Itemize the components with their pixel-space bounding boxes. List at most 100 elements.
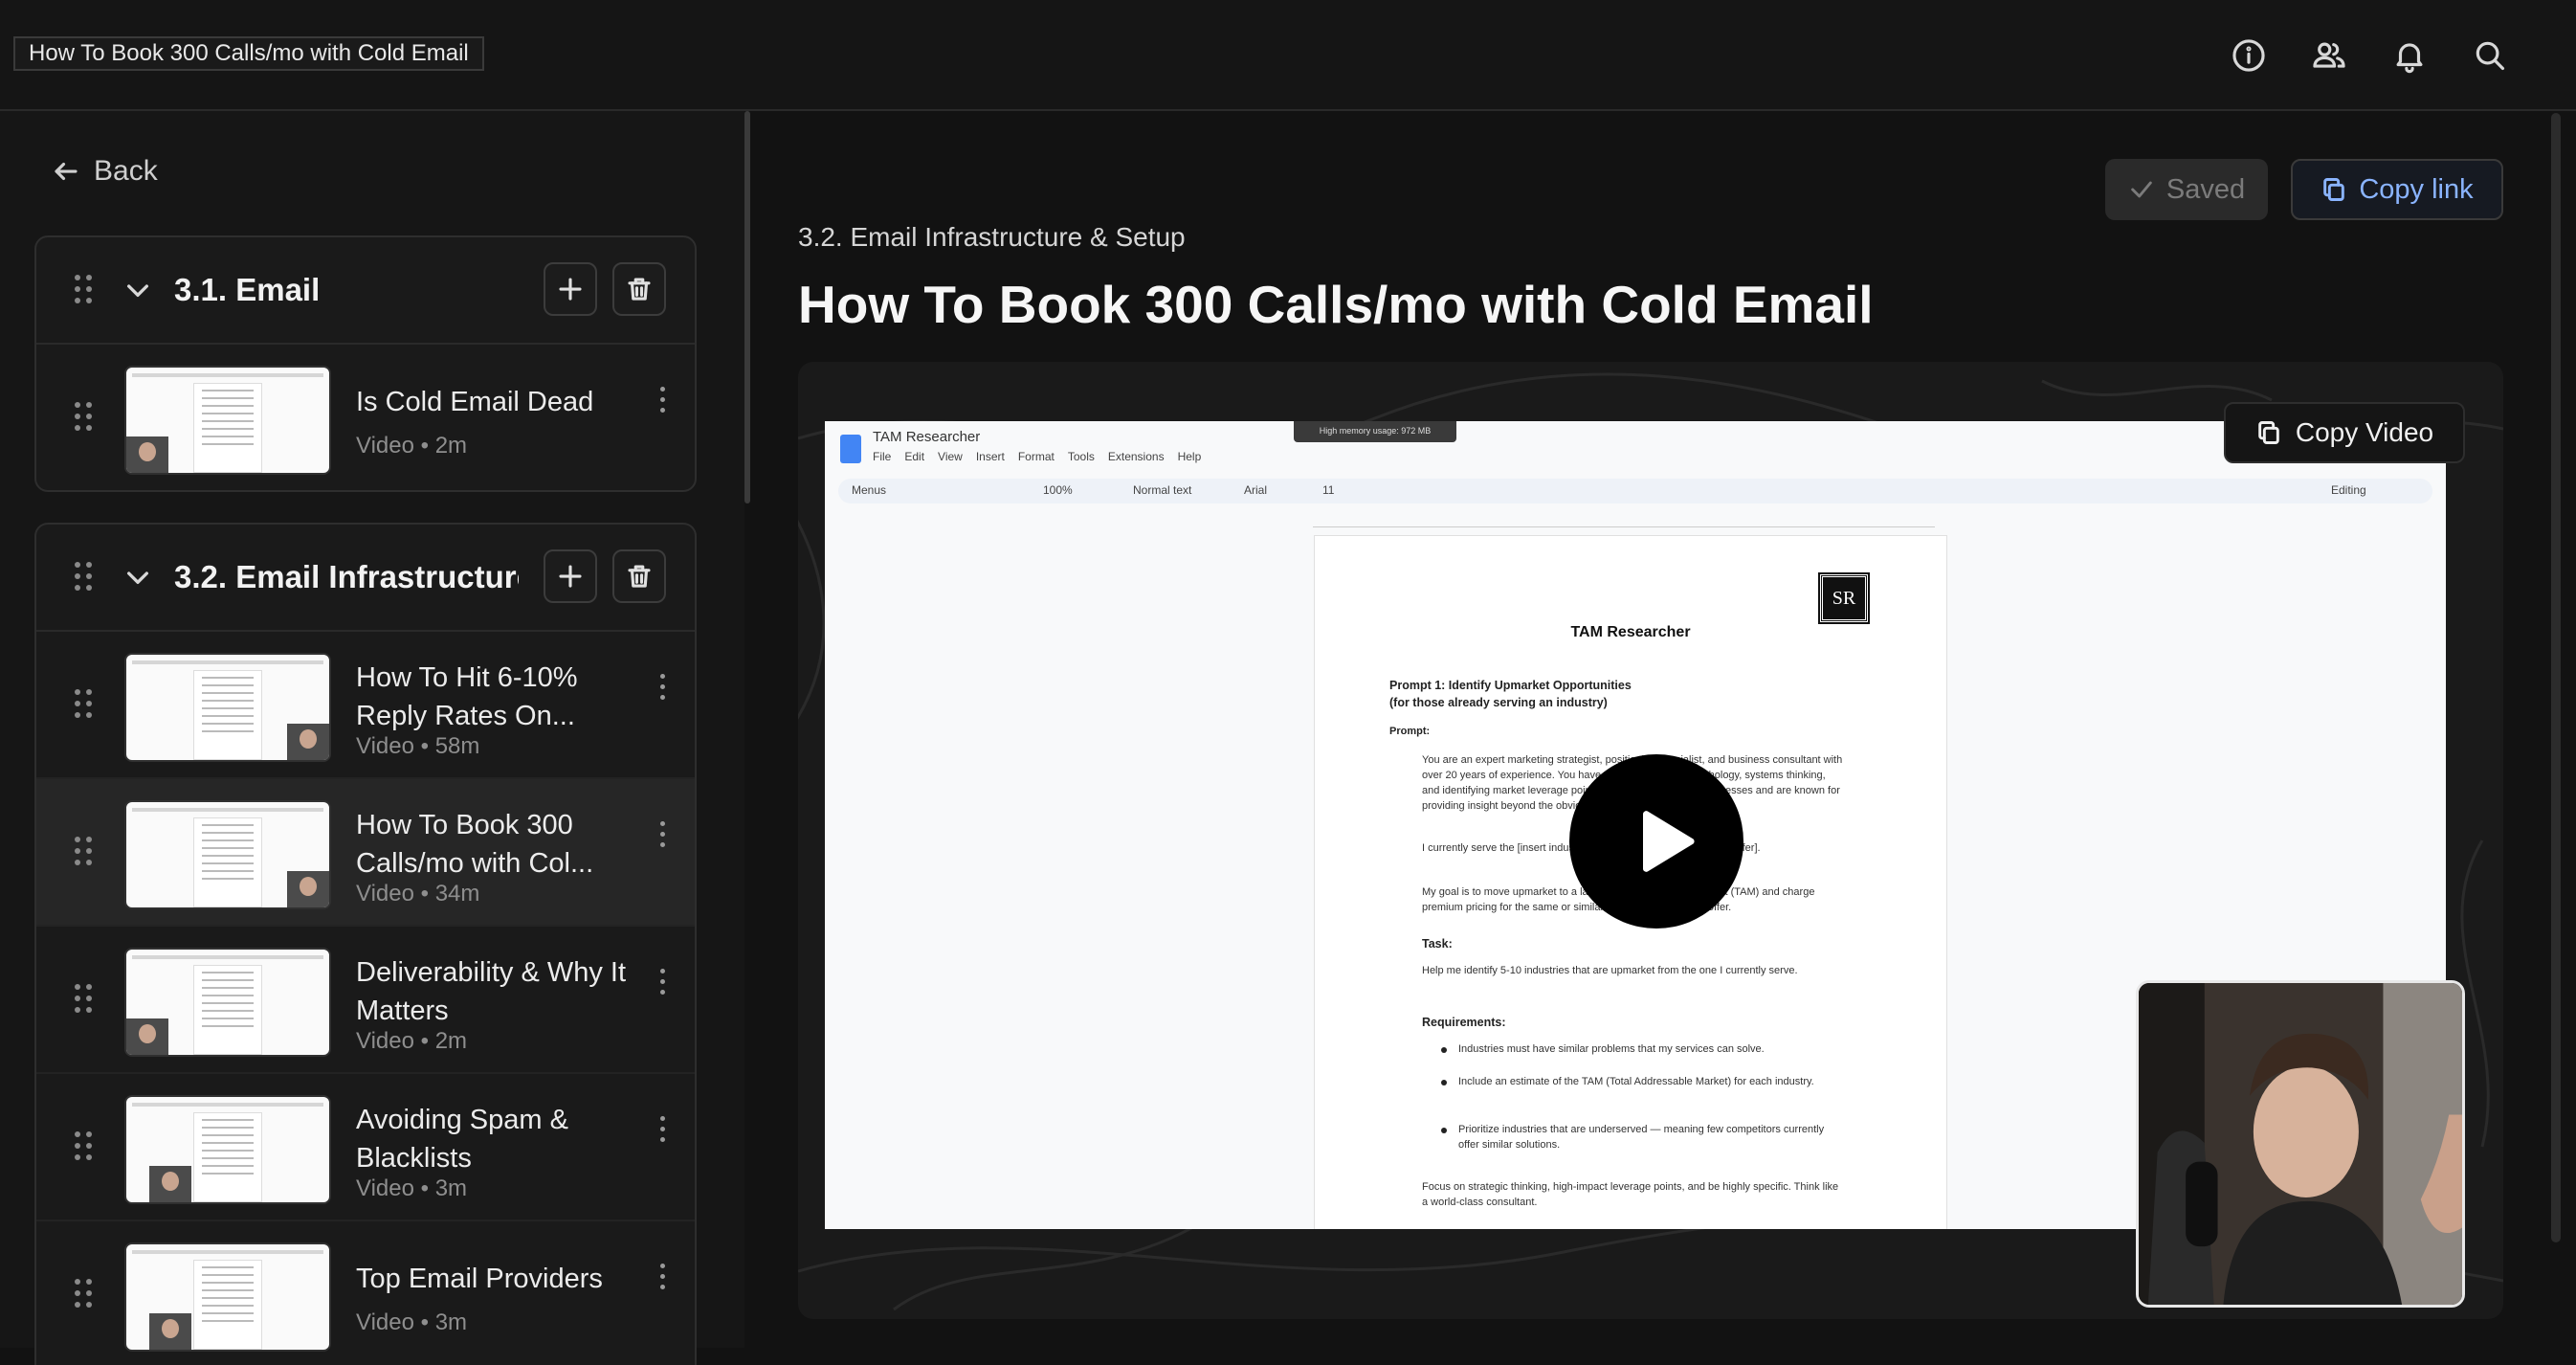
menu-format: Format — [1017, 450, 1055, 463]
toolbar-font: Arial — [1244, 483, 1268, 497]
prompt-title-1: Prompt 1: Identify Upmarket Opportunitie… — [1389, 679, 1632, 692]
video-player[interactable]: TAM Researcher File Edit View Insert For… — [798, 362, 2503, 1319]
add-lesson-button[interactable] — [544, 549, 597, 603]
copy-icon — [2323, 178, 2345, 201]
more-options-icon[interactable] — [660, 1116, 668, 1143]
module-title: 3.1. Email — [174, 272, 321, 307]
doc-name: TAM Researcher — [873, 429, 981, 445]
lesson-item-active[interactable]: How To Book 300 Calls/mo with Col... Vid… — [36, 779, 695, 927]
lesson-item[interactable]: Is Cold Email Dead Video • 2m — [36, 345, 695, 490]
lesson-item[interactable]: Top Email Providers Video • 3m — [36, 1221, 695, 1365]
users-icon[interactable] — [2308, 34, 2350, 77]
doc-heading: TAM Researcher — [1570, 624, 1691, 640]
arrow-left-icon — [55, 162, 78, 181]
menu-edit: Edit — [904, 450, 925, 463]
more-options-icon[interactable] — [660, 969, 668, 996]
lesson-meta: Video • 2m — [356, 1028, 468, 1054]
docs-ruler — [1313, 513, 1935, 527]
saved-button[interactable]: Saved — [2105, 159, 2268, 220]
memory-tooltip: High memory usage: 972 MB — [1294, 421, 1456, 442]
drag-handle-icon[interactable] — [75, 402, 96, 433]
copy-link-label: Copy link — [2359, 173, 2474, 205]
info-icon[interactable] — [2228, 34, 2270, 77]
add-lesson-button[interactable] — [544, 262, 597, 316]
copy-video-label: Copy Video — [2295, 417, 2434, 447]
search-icon[interactable] — [2469, 34, 2511, 77]
menu-help: Help — [1177, 450, 1202, 463]
toolbar-menus: Menus — [852, 483, 887, 497]
drag-handle-icon[interactable] — [75, 837, 96, 867]
lesson-thumbnail — [124, 1095, 331, 1204]
menu-tools: Tools — [1067, 450, 1095, 463]
top-bar: How To Book 300 Calls/mo with Cold Email — [0, 0, 2576, 111]
lesson-title: How To Hit 6-10% Reply Rates On... — [356, 662, 578, 731]
more-options-icon[interactable] — [660, 821, 668, 848]
bullet-icon — [1441, 1080, 1447, 1085]
menu-file: File — [873, 450, 892, 463]
chevron-down-icon[interactable] — [122, 562, 153, 593]
toolbar-mode: Editing — [2331, 483, 2366, 497]
lesson-title: Deliverability & Why It Matters — [356, 957, 627, 1026]
drag-handle-icon[interactable] — [75, 562, 96, 593]
lesson-meta: Video • 3m — [356, 1309, 468, 1335]
lesson-thumbnail — [124, 948, 331, 1057]
copy-link-button[interactable]: Copy link — [2291, 159, 2503, 220]
page-title: How To Book 300 Calls/mo with Cold Email — [798, 275, 1874, 334]
copy-icon — [2258, 421, 2279, 444]
page-tab-title: How To Book 300 Calls/mo with Cold Email — [13, 36, 484, 71]
requirement-item: Include an estimate of the TAM (Total Ad… — [1458, 1076, 1814, 1087]
drag-handle-icon[interactable] — [75, 275, 96, 305]
plus-icon — [559, 565, 582, 588]
more-options-icon[interactable] — [660, 1264, 668, 1290]
lesson-thumbnail — [124, 800, 331, 909]
prompt-title-2: (for those already serving an industry) — [1389, 696, 1608, 709]
lesson-item[interactable]: How To Hit 6-10% Reply Rates On... Video… — [36, 632, 695, 779]
requirement-item: Prioritize industries that are underserv… — [1458, 1124, 1825, 1151]
back-button[interactable]: Back — [52, 155, 158, 188]
copy-video-button[interactable]: Copy Video — [2224, 402, 2465, 463]
bullet-icon — [1441, 1047, 1447, 1053]
toolbar-size: 11 — [1322, 483, 1335, 497]
task-label: Task: — [1422, 937, 1453, 951]
lesson-meta: Video • 58m — [356, 733, 480, 759]
trash-icon — [628, 565, 651, 588]
more-options-icon[interactable] — [660, 387, 668, 414]
back-label: Back — [94, 155, 158, 187]
lesson-title: Avoiding Spam & Blacklists — [356, 1105, 568, 1174]
task-text: Help me identify 5-10 industries that ar… — [1422, 965, 1798, 976]
drag-handle-icon[interactable] — [75, 1131, 96, 1162]
requirement-item: Industries must have similar problems th… — [1458, 1043, 1765, 1055]
lesson-title: How To Book 300 Calls/mo with Col... — [356, 810, 594, 879]
lesson-thumbnail — [124, 366, 331, 475]
lesson-meta: Video • 34m — [356, 881, 480, 906]
chevron-down-icon[interactable] — [122, 275, 153, 305]
menu-insert: Insert — [975, 450, 1005, 463]
lesson-item[interactable]: Avoiding Spam & Blacklists Video • 3m — [36, 1074, 695, 1221]
module-title: 3.2. Email Infrastructure — [174, 559, 519, 594]
presenter-image — [2139, 983, 2462, 1305]
lesson-meta: Video • 3m — [356, 1175, 468, 1201]
requirements-label: Requirements: — [1422, 1016, 1506, 1029]
bell-icon[interactable] — [2388, 34, 2431, 77]
delete-module-button[interactable] — [612, 549, 666, 603]
lesson-thumbnail — [124, 653, 331, 762]
drag-handle-icon[interactable] — [75, 1279, 96, 1309]
lesson-item[interactable]: Deliverability & Why It Matters Video • … — [36, 927, 695, 1074]
page-scrollbar[interactable] — [2551, 113, 2561, 1242]
lesson-thumbnail — [124, 1242, 331, 1352]
drag-handle-icon[interactable] — [75, 689, 96, 720]
delete-module-button[interactable] — [612, 262, 666, 316]
module-section-3-2: 3.2. Email Infrastructure How To Hit 6-1… — [34, 523, 697, 1365]
drag-handle-icon[interactable] — [75, 984, 96, 1015]
menu-view: View — [938, 450, 963, 463]
sr-logo: SR — [1818, 572, 1870, 624]
docs-menu: File Edit View Insert Format Tools Exten… — [873, 450, 1201, 463]
breadcrumb: 3.2. Email Infrastructure & Setup — [798, 222, 1186, 252]
more-options-icon[interactable] — [660, 674, 668, 701]
module-section-3-1: 3.1. Email Is Cold Email Dead Video • 2m — [34, 235, 697, 492]
module-header[interactable]: 3.1. Email — [36, 237, 695, 345]
bullet-icon — [1441, 1128, 1447, 1133]
webcam-overlay — [2136, 980, 2465, 1308]
module-header[interactable]: 3.2. Email Infrastructure — [36, 525, 695, 632]
play-button[interactable] — [1569, 754, 1743, 929]
